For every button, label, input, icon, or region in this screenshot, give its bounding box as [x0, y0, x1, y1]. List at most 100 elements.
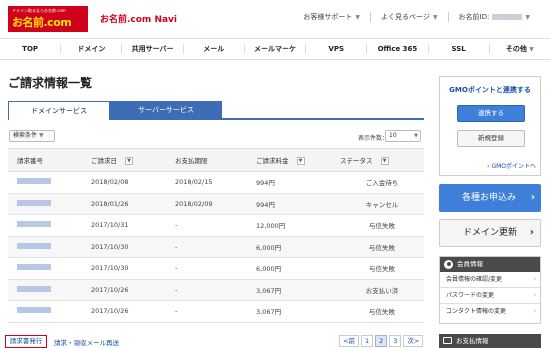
sort-icon[interactable]: ▼ [125, 157, 133, 165]
invoice-number-link[interactable] [17, 307, 51, 314]
nav-other[interactable]: その他 ▼ [490, 44, 550, 55]
tab-server-service[interactable]: サーバーサービス [110, 101, 222, 120]
cell-due: - [167, 300, 248, 323]
table-row: 2017/10/26 - 3,067円 与信失敗 [8, 300, 424, 323]
invoice-number-link[interactable] [17, 242, 51, 249]
card-icon [443, 337, 452, 344]
invoice-number-link[interactable] [17, 178, 51, 185]
cell-date: 2018/02/08 [83, 171, 167, 194]
member-link-password[interactable]: パスワードの変更 › [440, 288, 540, 304]
member-link-account[interactable]: 会員情報の確認/変更 › [440, 272, 540, 288]
gmo-point-title: GMOポイントと連携する [449, 86, 531, 94]
search-conditions-dropdown[interactable]: 検索条件 ▼ [9, 130, 55, 142]
cell-due: - [167, 279, 248, 301]
chevron-right-icon: › [530, 192, 535, 203]
prev-page-button[interactable]: <前 [339, 335, 359, 347]
chevron-right-icon: › [533, 308, 536, 315]
cell-amount: 6,000円 [248, 257, 340, 280]
member-info-panel: 会員情報 会員情報の確認/変更 › パスワードの変更 › コンタクト情報の変更 › [439, 256, 541, 324]
gmo-register-button[interactable]: 新規登録 [457, 130, 525, 147]
col-status: ステータス ▼ [340, 148, 424, 172]
chevron-down-icon: ▼ [414, 133, 418, 139]
header-links: お客様サポート ▼ よく見るページ ▼ お名前ID: ▼ [293, 12, 540, 22]
col-status-label: ステータス [340, 157, 373, 165]
page-title: ご請求情報一覧 [8, 76, 93, 90]
nav-ssl[interactable]: SSL [429, 44, 490, 54]
invoice-table: 請求番号 ご請求日 ▼ お支払期限 ご請求料金 ▼ ステータス ▼ 2018/02/0… [8, 148, 424, 323]
sort-icon[interactable]: ▼ [296, 157, 305, 165]
cell-due: - [167, 214, 248, 237]
member-link-label: 会員情報の確認/変更 [446, 276, 503, 283]
chevron-down-icon: ▼ [525, 13, 530, 21]
page-3-button[interactable]: 3 [389, 335, 402, 347]
next-page-button[interactable]: 次> [403, 335, 424, 347]
apply-button[interactable]: 各種お申込み › [439, 184, 541, 212]
cell-date: 2017/10/30 [83, 257, 167, 280]
cell-status: ご入金待ち [340, 171, 424, 194]
per-page-select[interactable]: 10 ▼ [385, 130, 421, 142]
cell-amount: 994円 [248, 193, 340, 215]
logo-text: お名前.com [12, 16, 72, 29]
top-nav: TOP ドメイン 共用サーバー メール メールマーケ VPS Office 36… [0, 38, 550, 60]
nav-mail[interactable]: メール [184, 44, 245, 54]
invoice-number-link[interactable] [17, 264, 51, 271]
resend-mail-link[interactable]: 請求・領収メール再送 [54, 337, 119, 347]
user-id-label: お名前ID: [458, 13, 490, 21]
onamae-logo[interactable]: ドメイン取るならお名前.com お名前.com [8, 6, 88, 32]
cell-due: - [167, 257, 248, 280]
cell-amount: 3,067円 [248, 279, 340, 301]
nav-shared-server[interactable]: 共用サーバー [122, 44, 184, 54]
cell-due: - [167, 236, 248, 258]
nav-vps[interactable]: VPS [306, 44, 368, 54]
chevron-down-icon: ▼ [355, 13, 361, 21]
issue-invoice-button[interactable]: 請求書発行 [5, 335, 47, 348]
nav-other-label: その他 [505, 44, 527, 53]
nav-mail-marketing[interactable]: メールマーケ [245, 44, 307, 54]
gmo-point-link[interactable]: › GMOポイントへ [487, 161, 536, 170]
gmo-link-button[interactable]: 連携する [457, 105, 525, 122]
sort-icon[interactable]: ▼ [380, 157, 389, 165]
per-page-label: 表示件数： [358, 135, 389, 142]
table-row: 2018/02/08 2018/02/15 994円 ご入金待ち [8, 171, 424, 194]
cell-date: 2017/10/26 [83, 300, 167, 323]
cell-date: 2017/10/30 [83, 236, 167, 258]
nav-top[interactable]: TOP [0, 44, 62, 54]
cell-amount: 12,000円 [248, 214, 340, 237]
table-header-row: 請求番号 ご請求日 ▼ お支払期限 ご請求料金 ▼ ステータス ▼ [8, 148, 424, 172]
cell-date: 2018/01/26 [83, 193, 167, 215]
page-2-button[interactable]: 2 [375, 335, 388, 347]
table-row: 2018/01/26 2018/02/09 994円 キャンセル [8, 193, 424, 215]
gmo-point-panel: GMOポイントと連携する 連携する 新規登録 › GMOポイントへ [439, 76, 541, 176]
pagination: <前 1 2 3 次> [339, 335, 424, 347]
invoice-number-link[interactable] [17, 221, 51, 228]
cell-status: お支払い済 [340, 279, 424, 301]
payment-info-header: お支払情報 [439, 334, 541, 348]
invoice-number-link[interactable] [17, 199, 51, 206]
masked-user-id [492, 14, 523, 20]
faq-menu[interactable]: よく見るページ ▼ [370, 12, 448, 22]
domain-renew-button[interactable]: ドメイン更新 › [439, 219, 541, 247]
chevron-down-icon: ▼ [38, 132, 44, 139]
cell-due: 2018/02/15 [167, 171, 248, 194]
col-amount-label: ご請求料金 [256, 157, 289, 165]
cell-amount: 6,000円 [248, 236, 340, 258]
support-menu[interactable]: お客様サポート ▼ [293, 12, 370, 22]
member-link-label: パスワードの変更 [446, 292, 495, 299]
support-label: お客様サポート [303, 13, 353, 21]
chevron-down-icon: ▼ [432, 13, 438, 21]
member-info-title: 会員情報 [457, 260, 483, 268]
member-link-contact[interactable]: コンタクト情報の変更 › [440, 304, 540, 320]
service-tabs: ドメインサービス サーバーサービス [8, 101, 424, 120]
cell-status: 与信失敗 [340, 257, 424, 280]
col-amount: ご請求料金 ▼ [248, 148, 340, 172]
page-1-button[interactable]: 1 [360, 335, 374, 347]
nav-office365[interactable]: Office 365 [367, 44, 429, 54]
cell-amount: 994円 [248, 171, 340, 194]
nav-domain[interactable]: ドメイン [61, 44, 123, 54]
invoice-number-link[interactable] [17, 285, 51, 292]
user-id-menu[interactable]: お名前ID: ▼ [447, 12, 540, 22]
tab-domain-service[interactable]: ドメインサービス [8, 101, 110, 120]
cell-status: キャンセル [340, 193, 424, 215]
table-row: 2017/10/30 - 6,000円 与信失敗 [8, 257, 424, 280]
table-row: 2017/10/31 - 12,000円 与信失敗 [8, 214, 424, 237]
